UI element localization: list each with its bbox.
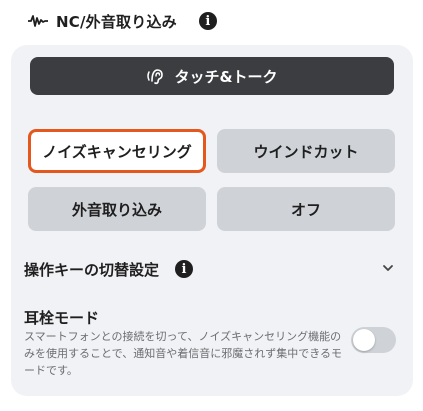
operation-key-label: 操作キーの切替設定	[24, 260, 160, 279]
ear-icon	[147, 69, 164, 85]
earplug-mode-toggle[interactable]	[351, 327, 396, 353]
section-header: NC/外音取り込み i	[28, 8, 217, 34]
touch-talk-button[interactable]: タッチ&トーク	[30, 57, 394, 95]
touch-talk-label: タッチ&トーク	[174, 67, 278, 86]
mode-off-button[interactable]: オフ	[217, 187, 395, 231]
operation-key-settings-row[interactable]: 操作キーの切替設定 i	[24, 257, 394, 281]
mode-off-label: オフ	[290, 200, 321, 219]
mode-ambient-button[interactable]: 外音取り込み	[28, 187, 206, 231]
waveform-icon	[28, 15, 48, 27]
section-title: NC/外音取り込み	[56, 12, 177, 31]
earplug-mode-description: スマートフォンとの接続を切って、ノイズキャンセリング機能のみを使用することで、通…	[24, 330, 343, 377]
earplug-mode-title: 耳栓モード	[24, 309, 100, 327]
info-icon[interactable]: i	[198, 12, 217, 30]
mode-wind-cut-label: ウインドカット	[253, 142, 359, 161]
nc-settings-card: タッチ&トーク ノイズキャンセリング ウインドカット 外音取り込み オフ 操作キ…	[11, 45, 413, 396]
mode-ambient-label: 外音取り込み	[71, 200, 162, 219]
toggle-knob	[353, 329, 375, 351]
mode-noise-cancel-label: ノイズキャンセリング	[42, 142, 192, 161]
mode-wind-cut-button[interactable]: ウインドカット	[217, 129, 395, 173]
mode-noise-cancel-button[interactable]: ノイズキャンセリング	[28, 129, 206, 173]
chevron-down-icon[interactable]	[381, 263, 395, 273]
info-icon[interactable]: i	[175, 260, 194, 278]
